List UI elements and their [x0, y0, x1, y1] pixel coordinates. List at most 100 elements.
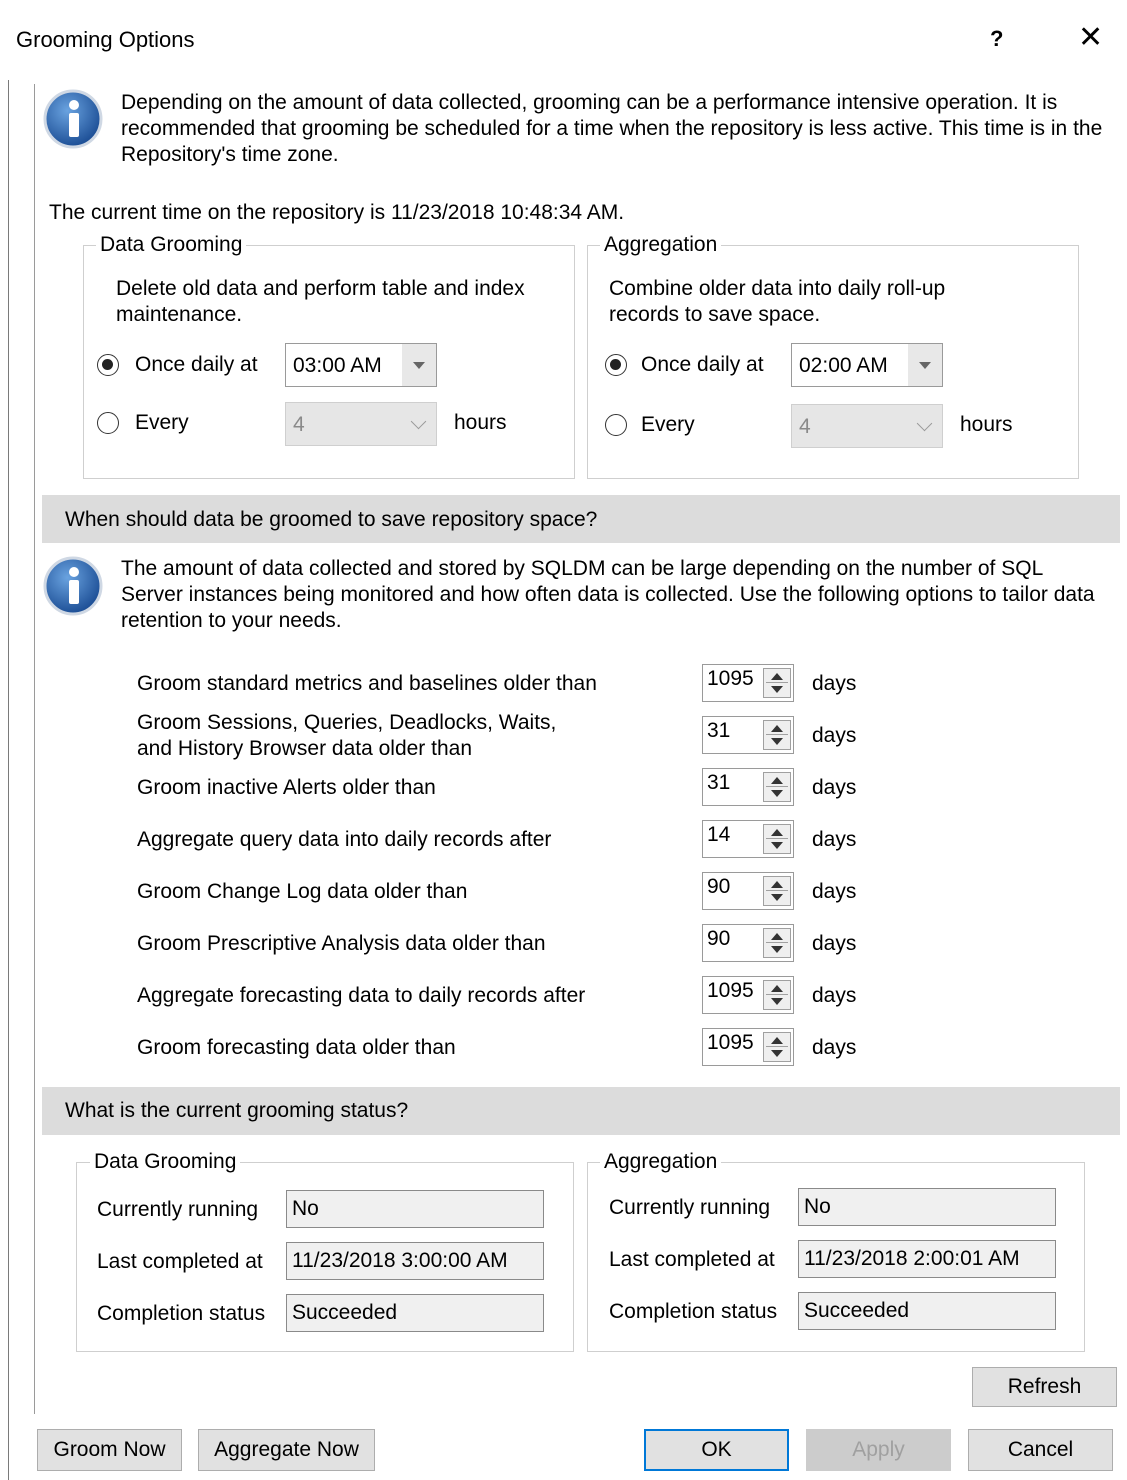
- arrow-down-icon[interactable]: [771, 738, 783, 745]
- grooming-running-field: No: [286, 1190, 544, 1228]
- chevron-down-icon[interactable]: [908, 405, 942, 447]
- aggregation-status-title: Aggregation: [600, 1150, 722, 1174]
- window-left-border: [8, 0, 9, 1480]
- arrow-down-icon[interactable]: [771, 894, 783, 901]
- stepper-buttons[interactable]: [763, 668, 791, 698]
- close-button[interactable]: ✕: [1078, 20, 1103, 55]
- intro-text-1: Depending on the amount of data collecte…: [121, 91, 1058, 114]
- days-unit: days: [812, 672, 857, 695]
- arrow-up-icon[interactable]: [771, 725, 783, 732]
- aggregation-last-field: 11/23/2018 2:00:01 AM: [798, 1240, 1056, 1278]
- arrow-up-icon[interactable]: [771, 881, 783, 888]
- retention-days-stepper[interactable]: 1095: [702, 664, 794, 702]
- stepper-buttons[interactable]: [763, 876, 791, 906]
- stepper-value: 1095: [707, 1031, 754, 1054]
- arrow-up-icon[interactable]: [771, 777, 783, 784]
- help-button[interactable]: ?: [990, 26, 1003, 52]
- aggregation-time-select[interactable]: 02:00 AM: [791, 343, 943, 387]
- grooming-last-field: 11/23/2018 3:00:00 AM: [286, 1242, 544, 1280]
- stepper-buttons[interactable]: [763, 928, 791, 958]
- stepper-buttons[interactable]: [763, 980, 791, 1010]
- aggregation-last-value: 11/23/2018 2:00:01 AM: [804, 1247, 1020, 1270]
- arrow-up-icon[interactable]: [771, 829, 783, 836]
- content-border: [34, 84, 35, 1414]
- chevron-down-icon[interactable]: [402, 344, 436, 386]
- aggregation-hours-unit: hours: [960, 413, 1013, 436]
- grooming-hours-unit: hours: [454, 411, 507, 434]
- retention-row-label: Groom Prescriptive Analysis data older t…: [137, 932, 546, 955]
- stepper-buttons[interactable]: [763, 772, 791, 802]
- grooming-time-select[interactable]: 03:00 AM: [285, 343, 437, 387]
- retention-row-label: Aggregate query data into daily records …: [137, 828, 552, 851]
- days-unit: days: [812, 880, 857, 903]
- grooming-once-radio[interactable]: [97, 354, 119, 376]
- aggregation-once-radio[interactable]: [605, 354, 627, 376]
- stepper-value: 14: [707, 823, 731, 846]
- days-unit: days: [812, 984, 857, 1007]
- days-unit: days: [812, 724, 857, 747]
- grooming-last-label: Last completed at: [97, 1250, 263, 1273]
- arrow-down-icon[interactable]: [771, 946, 783, 953]
- retention-days-stepper[interactable]: 14: [702, 820, 794, 858]
- arrow-down-icon[interactable]: [771, 842, 783, 849]
- arrow-up-icon[interactable]: [771, 673, 783, 680]
- aggregation-every-radio[interactable]: [605, 414, 627, 436]
- title-bar: Grooming Options ? ✕: [0, 0, 1127, 80]
- stepper-value: 90: [707, 875, 731, 898]
- retention-days-stepper[interactable]: 90: [702, 872, 794, 910]
- arrow-up-icon[interactable]: [771, 933, 783, 940]
- groom-now-button[interactable]: Groom Now: [37, 1429, 182, 1471]
- retention-info-2: Server instances being monitored and how…: [121, 583, 1095, 606]
- arrow-down-icon[interactable]: [771, 998, 783, 1005]
- stepper-value: 31: [707, 719, 731, 742]
- grooming-desc-2: maintenance.: [116, 303, 243, 326]
- info-icon: [43, 89, 103, 149]
- arrow-down-icon[interactable]: [771, 686, 783, 693]
- grooming-hours-select[interactable]: 4: [285, 402, 437, 446]
- grooming-completion-field: Succeeded: [286, 1294, 544, 1332]
- retention-days-stepper[interactable]: 31: [702, 716, 794, 754]
- chevron-down-icon[interactable]: [908, 344, 942, 386]
- aggregate-now-button[interactable]: Aggregate Now: [198, 1429, 375, 1471]
- refresh-button[interactable]: Refresh: [972, 1367, 1117, 1407]
- aggregation-hours-select[interactable]: 4: [791, 404, 943, 448]
- retention-days-stepper[interactable]: 31: [702, 768, 794, 806]
- chevron-down-icon[interactable]: [402, 403, 436, 445]
- aggregation-running-value: No: [804, 1195, 831, 1218]
- cancel-button[interactable]: Cancel: [968, 1429, 1113, 1471]
- retention-days-stepper[interactable]: 90: [702, 924, 794, 962]
- arrow-down-icon[interactable]: [771, 790, 783, 797]
- grooming-running-label: Currently running: [97, 1198, 259, 1221]
- retention-days-stepper[interactable]: 1095: [702, 976, 794, 1014]
- ok-button[interactable]: OK: [644, 1429, 789, 1471]
- retention-row-label-2: and History Browser data older than: [137, 737, 473, 760]
- retention-header-text: When should data be groomed to save repo…: [65, 508, 598, 531]
- grooming-completion-value: Succeeded: [292, 1301, 398, 1324]
- current-time-text: The current time on the repository is 11…: [49, 201, 625, 224]
- grooming-once-label: Once daily at: [135, 353, 258, 376]
- apply-button[interactable]: Apply: [806, 1429, 951, 1471]
- grooming-every-radio[interactable]: [97, 412, 119, 434]
- stepper-buttons[interactable]: [763, 1032, 791, 1062]
- retention-row-label: Groom standard metrics and baselines old…: [137, 672, 597, 695]
- grooming-time-value: 03:00 AM: [293, 354, 382, 377]
- arrow-down-icon[interactable]: [771, 1050, 783, 1057]
- stepper-buttons[interactable]: [763, 824, 791, 854]
- aggregation-time-value: 02:00 AM: [799, 354, 888, 377]
- arrow-up-icon[interactable]: [771, 985, 783, 992]
- intro-text-2: recommended that grooming be scheduled f…: [121, 117, 1103, 140]
- grooming-last-value: 11/23/2018 3:00:00 AM: [292, 1249, 508, 1272]
- stepper-buttons[interactable]: [763, 720, 791, 750]
- aggregation-desc-2: records to save space.: [609, 303, 821, 326]
- intro-text-3: Repository's time zone.: [121, 143, 339, 166]
- arrow-up-icon[interactable]: [771, 1037, 783, 1044]
- retention-row-label: Groom Sessions, Queries, Deadlocks, Wait…: [137, 711, 557, 734]
- data-grooming-schedule-title: Data Grooming: [96, 233, 247, 257]
- aggregation-completion-label: Completion status: [609, 1300, 778, 1323]
- aggregation-hours-value: 4: [799, 415, 811, 438]
- retention-days-stepper[interactable]: 1095: [702, 1028, 794, 1066]
- grooming-completion-label: Completion status: [97, 1302, 266, 1325]
- days-unit: days: [812, 932, 857, 955]
- aggregation-running-label: Currently running: [609, 1196, 771, 1219]
- retention-section-header: When should data be groomed to save repo…: [42, 495, 1120, 543]
